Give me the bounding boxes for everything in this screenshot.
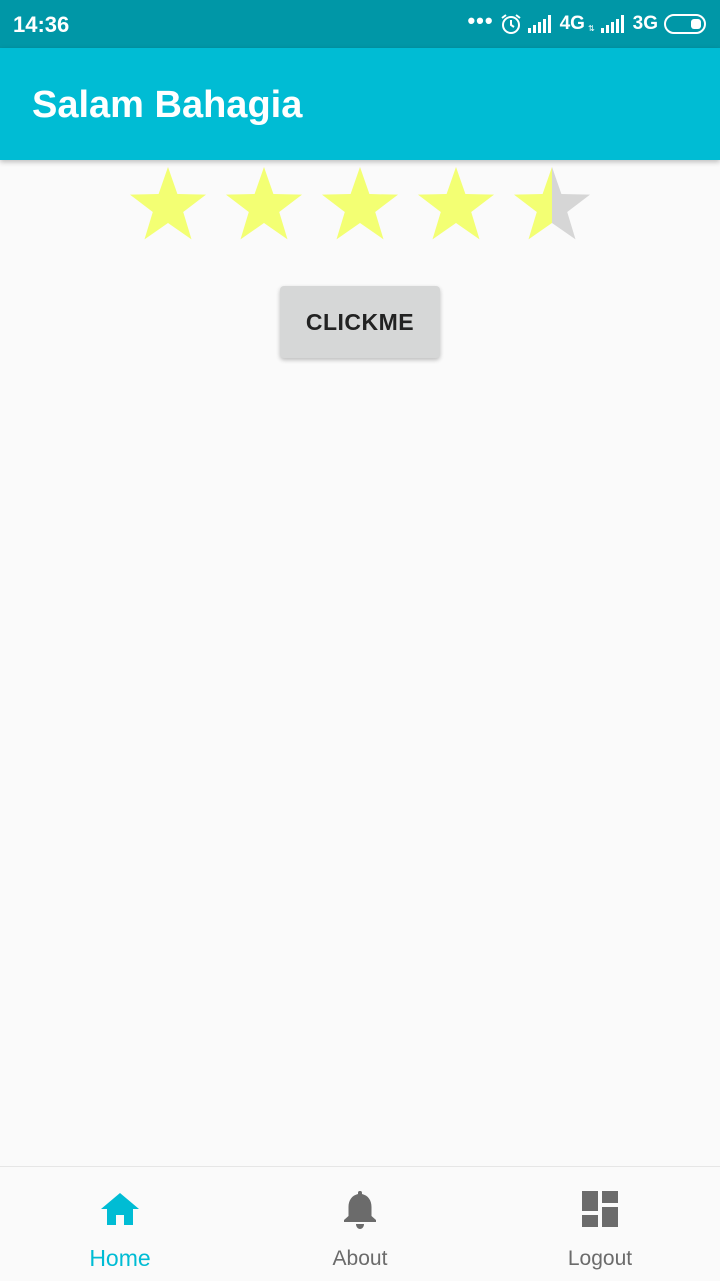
nav-item-about[interactable]: About [240, 1167, 480, 1281]
signal-icon [600, 15, 624, 33]
battery-icon [664, 14, 706, 34]
app-title: Salam Bahagia [32, 84, 303, 126]
bottom-navigation: Home About Logout [0, 1166, 720, 1281]
status-time: 14:36 [13, 12, 70, 37]
star-icon[interactable] [321, 167, 399, 240]
bell-icon [344, 1191, 376, 1229]
nav-item-label: Home [89, 1245, 151, 1271]
network-type-label: 4G [559, 13, 585, 34]
dashboard-icon [582, 1191, 618, 1227]
star-icon[interactable] [417, 167, 495, 240]
star-icon[interactable] [129, 167, 207, 240]
network-type-label: 3G [632, 13, 658, 34]
clickme-button[interactable]: CLICKME [280, 286, 440, 358]
status-icons: ••• 4G ⇅ 3G [467, 8, 708, 36]
nav-item-label: Logout [567, 1247, 633, 1270]
star-icon[interactable] [513, 167, 591, 240]
alarm-icon [500, 14, 521, 34]
rating-bar[interactable] [128, 166, 598, 248]
data-transfer-icon: ⇅ [587, 23, 595, 33]
status-bar: 14:36 ••• 4G ⇅ 3G [0, 0, 720, 48]
nav-item-label: About [332, 1247, 388, 1270]
more-notifications-icon: ••• [467, 8, 494, 33]
nav-item-home[interactable]: Home [0, 1167, 240, 1281]
home-icon [101, 1193, 139, 1225]
star-icon[interactable] [225, 167, 303, 240]
nav-item-logout[interactable]: Logout [480, 1167, 720, 1281]
signal-icon [527, 15, 551, 33]
app-bar: Salam Bahagia [0, 48, 720, 160]
